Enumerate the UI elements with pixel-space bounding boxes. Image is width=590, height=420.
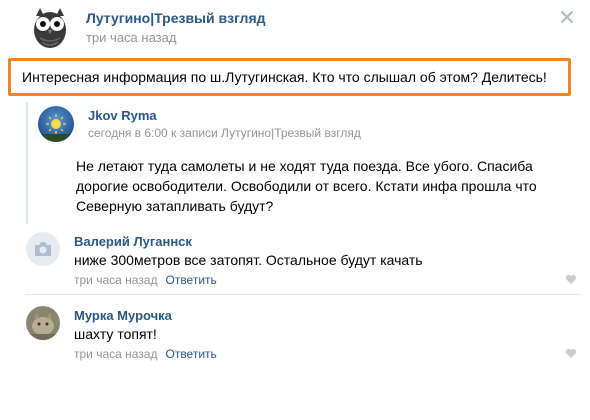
comment-time[interactable]: три часа назад bbox=[74, 347, 157, 361]
comment: Мурка Мурочка шахту топят! три часа наза… bbox=[26, 300, 581, 372]
repost-author[interactable]: Jkov Ryma bbox=[88, 108, 157, 123]
post-text-highlight: Интересная информация по ш.Лутугинская. … bbox=[8, 58, 571, 96]
repost-meta[interactable]: сегодня в 6:00 к записи Лутугино|Трезвый… bbox=[88, 126, 361, 140]
comment-author[interactable]: Мурка Мурочка bbox=[74, 308, 172, 323]
divider bbox=[26, 294, 581, 295]
camera-icon bbox=[35, 242, 51, 256]
comment-author[interactable]: Валерий Луганнск bbox=[74, 234, 192, 249]
commenter-avatar[interactable] bbox=[26, 232, 60, 266]
comment-meta: три часа назад Ответить bbox=[74, 347, 217, 361]
repost-avatar[interactable] bbox=[38, 106, 74, 142]
comment: Валерий Луганнск ниже 300метров все зато… bbox=[26, 226, 581, 294]
comment-text: ниже 300метров все затопят. Остальное бу… bbox=[74, 252, 423, 268]
reply-button[interactable]: Ответить bbox=[165, 273, 216, 287]
repost-text: Не летают туда самолеты и не ходят туда … bbox=[76, 156, 537, 216]
commenter-avatar[interactable] bbox=[26, 306, 60, 340]
heart-icon[interactable] bbox=[565, 348, 577, 359]
close-icon[interactable] bbox=[560, 10, 574, 24]
post-author[interactable]: Лутугино|Трезвый взгляд bbox=[86, 10, 266, 26]
repost-text-line: Северную затапливать будут? bbox=[76, 198, 274, 214]
repost-text-line: дорогие освободители. Освободили от всег… bbox=[76, 178, 537, 194]
post-time[interactable]: три часа назад bbox=[86, 30, 176, 45]
repost-text-line: Не летают туда самолеты и не ходят туда … bbox=[76, 158, 533, 174]
comment-text: шахту топят! bbox=[74, 326, 157, 342]
community-avatar[interactable] bbox=[26, 2, 74, 50]
post-text: Интересная информация по ш.Лутугинская. … bbox=[22, 69, 547, 85]
reply-button[interactable]: Ответить bbox=[165, 347, 216, 361]
post-header: Лутугино|Трезвый взгляд три часа назад bbox=[26, 2, 586, 52]
repost: Jkov Ryma сегодня в 6:00 к записи Лутуги… bbox=[26, 102, 581, 224]
heart-icon[interactable] bbox=[565, 274, 577, 285]
comment-meta: три часа назад Ответить bbox=[74, 273, 217, 287]
comment-time[interactable]: три часа назад bbox=[74, 273, 157, 287]
